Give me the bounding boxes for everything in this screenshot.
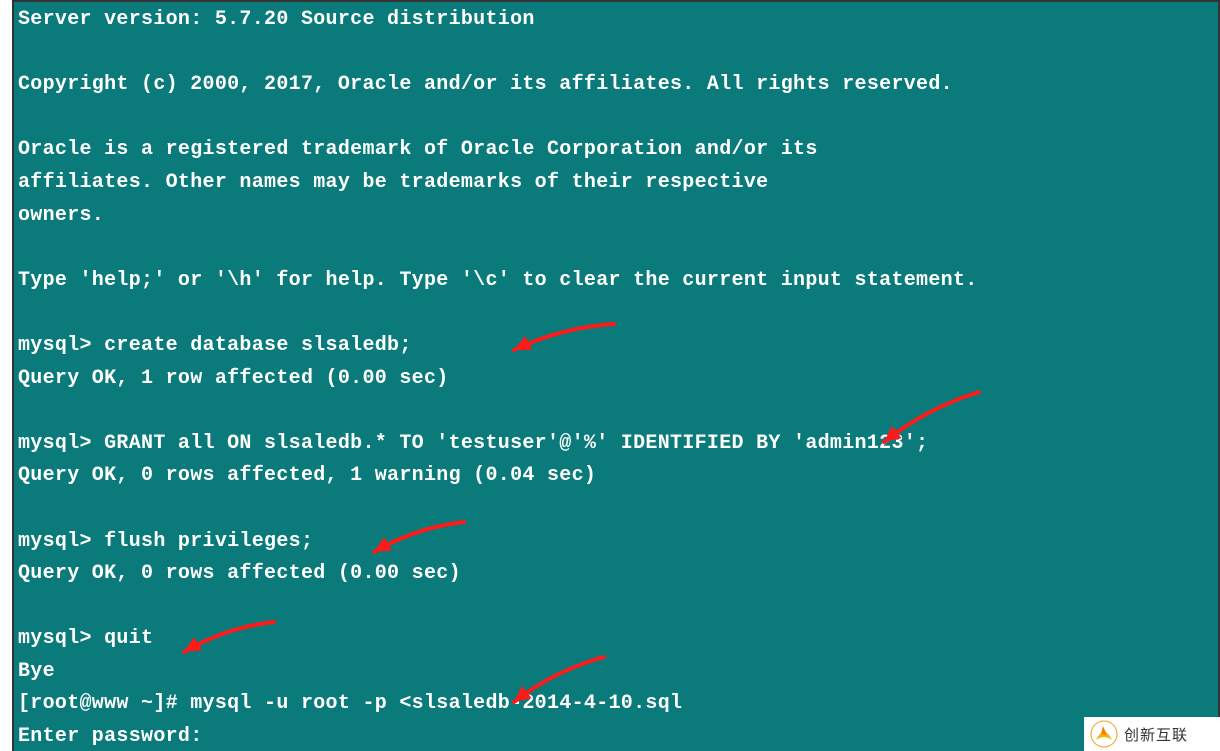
screenshot-root: Server version: 5.7.20 Source distributi… xyxy=(0,0,1220,751)
terminal-line: Oracle is a registered trademark of Orac… xyxy=(18,134,1218,167)
terminal-line: mysql> quit xyxy=(18,623,1218,656)
terminal-line: Query OK, 1 row affected (0.00 sec) xyxy=(18,363,1218,396)
terminal-line xyxy=(18,37,1218,70)
terminal-line xyxy=(18,297,1218,330)
terminal-line: Query OK, 0 rows affected, 1 warning (0.… xyxy=(18,460,1218,493)
terminal-line xyxy=(18,493,1218,526)
terminal-line: affiliates. Other names may be trademark… xyxy=(18,167,1218,200)
terminal-output: Server version: 5.7.20 Source distributi… xyxy=(14,2,1218,751)
left-gutter xyxy=(0,0,12,751)
terminal-line: Server version: 5.7.20 Source distributi… xyxy=(18,4,1218,37)
terminal-line: Type 'help;' or '\h' for help. Type '\c'… xyxy=(18,265,1218,298)
terminal-line: Copyright (c) 2000, 2017, Oracle and/or … xyxy=(18,69,1218,102)
terminal-line: Bye xyxy=(18,656,1218,689)
terminal-line: Query OK, 0 rows affected (0.00 sec) xyxy=(18,558,1218,591)
terminal-line xyxy=(18,102,1218,135)
terminal-line: mysql> GRANT all ON slsaledb.* TO 'testu… xyxy=(18,428,1218,461)
terminal-line: mysql> flush privileges; xyxy=(18,526,1218,559)
terminal-line: Enter password: xyxy=(18,721,1218,751)
terminal-line xyxy=(18,395,1218,428)
terminal-line: mysql> create database slsaledb; xyxy=(18,330,1218,363)
terminal-line: owners. xyxy=(18,200,1218,233)
watermark-text: 创新互联 xyxy=(1124,724,1188,745)
terminal-line: [root@www ~]# mysql -u root -p <slsaledb… xyxy=(18,688,1218,721)
terminal-line xyxy=(18,591,1218,624)
terminal-line xyxy=(18,232,1218,265)
watermark: 创新互联 xyxy=(1084,717,1220,751)
cx-logo-icon xyxy=(1090,720,1118,748)
